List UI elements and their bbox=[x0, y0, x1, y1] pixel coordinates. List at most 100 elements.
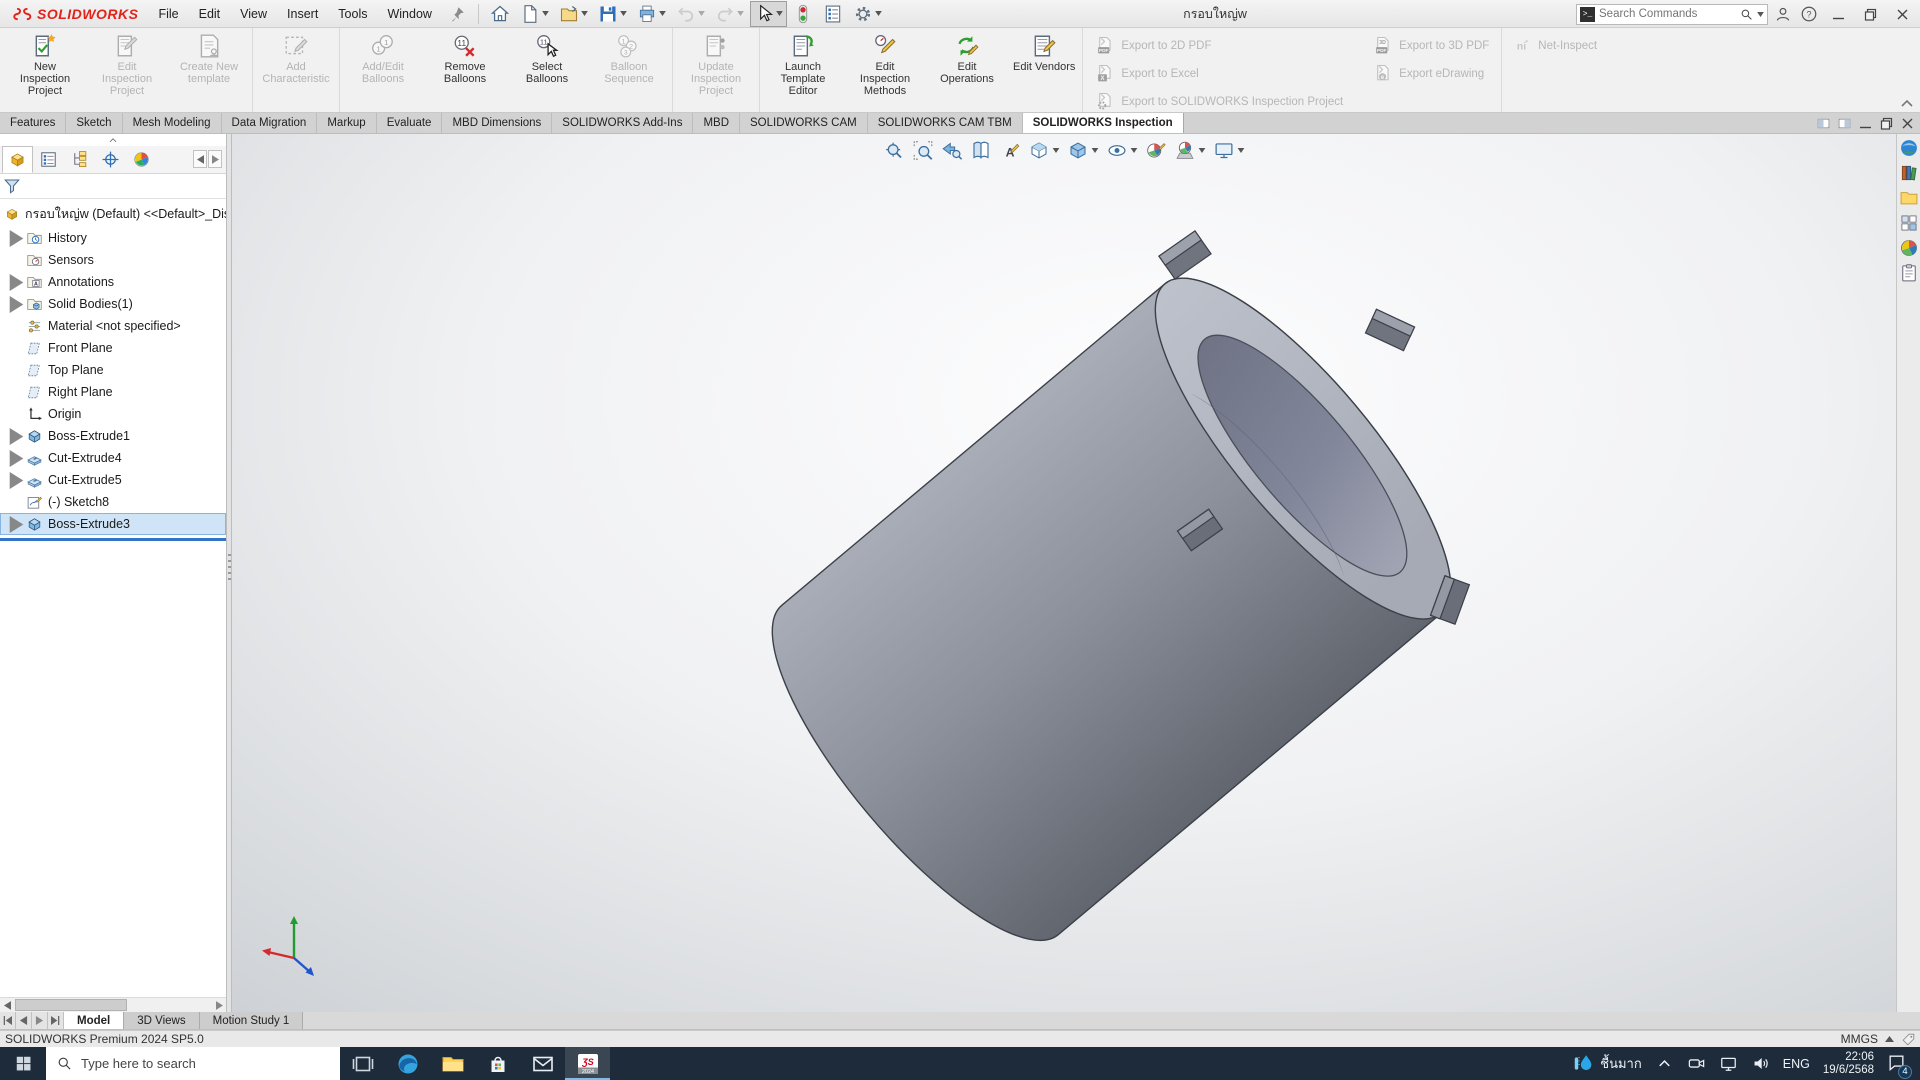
search-dropdown-icon[interactable] bbox=[1757, 12, 1764, 17]
ribbon-button[interactable]: Edit Operations bbox=[926, 29, 1008, 111]
expand-arrow-icon[interactable] bbox=[8, 274, 25, 291]
task-pane-tab[interactable] bbox=[1899, 263, 1919, 283]
feature-tree-item[interactable]: History bbox=[0, 227, 226, 249]
panel-scroll-up-icon[interactable] bbox=[108, 137, 118, 143]
export-menu-item[interactable]: 3DPDF Export to 3D PDF bbox=[1373, 36, 1489, 55]
taskbar-app[interactable] bbox=[340, 1047, 385, 1080]
taskbar-search[interactable]: Type here to search bbox=[46, 1047, 340, 1080]
tab-nav-last-button[interactable] bbox=[48, 1012, 64, 1029]
ribbon-tab[interactable]: SOLIDWORKS CAM bbox=[740, 113, 868, 133]
ribbon-button[interactable]: Edit Vendors bbox=[1008, 29, 1080, 111]
ribbon-tab[interactable]: Markup bbox=[317, 113, 376, 133]
dd-icon[interactable] bbox=[1131, 148, 1138, 153]
scroll-right-button[interactable] bbox=[212, 998, 227, 1012]
quick-access-button[interactable] bbox=[594, 1, 631, 27]
ribbon-tab[interactable]: Evaluate bbox=[377, 113, 443, 133]
units-indicator[interactable]: MMGS bbox=[1841, 1032, 1878, 1046]
doc-restore-icon[interactable] bbox=[1880, 117, 1893, 130]
feature-tree-item[interactable]: A Annotations bbox=[0, 271, 226, 293]
units-dropdown-icon[interactable] bbox=[1885, 1036, 1894, 1042]
custom-properties-tag-icon[interactable] bbox=[1901, 1032, 1916, 1047]
dd-icon[interactable] bbox=[1092, 148, 1099, 153]
panel-tab-next-button[interactable] bbox=[208, 150, 222, 168]
feature-tree-item[interactable]: Cut-Extrude5 bbox=[0, 469, 226, 491]
notification-center-button[interactable]: 4 bbox=[1887, 1053, 1906, 1075]
pane-right-icon[interactable] bbox=[1838, 117, 1851, 130]
taskbar-app[interactable] bbox=[520, 1047, 565, 1080]
scroll-left-button[interactable] bbox=[0, 998, 15, 1012]
quick-access-button[interactable] bbox=[516, 1, 553, 27]
feature-tree-item[interactable]: Material <not specified> bbox=[0, 315, 226, 337]
filter-icon[interactable] bbox=[3, 177, 21, 195]
expand-arrow-icon[interactable] bbox=[8, 428, 25, 445]
quick-access-button[interactable] bbox=[672, 1, 709, 27]
ribbon-button[interactable]: Edit Inspection Methods bbox=[844, 29, 926, 111]
dd-icon[interactable] bbox=[1053, 148, 1060, 153]
feature-tree-item[interactable]: Boss-Extrude3 bbox=[0, 513, 226, 535]
pin-icon[interactable] bbox=[448, 5, 466, 23]
dd-icon[interactable] bbox=[737, 11, 744, 16]
net-inspect-item[interactable]: ni Net-Inspect bbox=[1512, 36, 1597, 55]
tab-nav-prev-button[interactable] bbox=[16, 1012, 32, 1029]
start-button[interactable] bbox=[0, 1047, 46, 1080]
account-button[interactable] bbox=[1772, 3, 1794, 25]
view-tool-button[interactable] bbox=[1210, 138, 1249, 163]
menu-item[interactable]: Window bbox=[377, 2, 441, 26]
menu-item[interactable]: Insert bbox=[277, 2, 328, 26]
ribbon-button[interactable]: 11 Remove Balloons bbox=[424, 29, 506, 111]
model-tab[interactable]: 3D Views bbox=[124, 1012, 199, 1029]
ribbon-button[interactable]: New Inspection Project bbox=[4, 29, 86, 111]
part-model[interactable] bbox=[232, 134, 1896, 1012]
expand-arrow-icon[interactable] bbox=[8, 296, 25, 313]
meet-now-icon[interactable] bbox=[1687, 1054, 1706, 1073]
model-tab[interactable]: Model bbox=[64, 1012, 124, 1029]
volume-icon[interactable] bbox=[1751, 1054, 1770, 1073]
quick-access-button[interactable] bbox=[633, 1, 670, 27]
menu-item[interactable]: Edit bbox=[189, 2, 231, 26]
scrollbar-thumb[interactable] bbox=[15, 999, 127, 1011]
menu-item[interactable]: File bbox=[148, 2, 188, 26]
search-commands-input[interactable] bbox=[1599, 8, 1736, 20]
feature-tree-item[interactable]: Front Plane bbox=[0, 337, 226, 359]
network-icon[interactable] bbox=[1719, 1054, 1738, 1073]
panel-tab[interactable] bbox=[95, 146, 126, 173]
ribbon-button[interactable]: Edit Inspection Project bbox=[86, 29, 168, 111]
expand-arrow-icon[interactable] bbox=[8, 450, 25, 467]
task-pane-tab[interactable] bbox=[1899, 213, 1919, 233]
restore-button[interactable] bbox=[1856, 2, 1884, 26]
menu-item[interactable]: Tools bbox=[328, 2, 377, 26]
export-menu-item[interactable]: e Export eDrawing bbox=[1373, 64, 1489, 83]
feature-tree-item[interactable]: Top Plane bbox=[0, 359, 226, 381]
view-tool-button[interactable] bbox=[967, 138, 996, 163]
minimize-button[interactable] bbox=[1824, 2, 1852, 26]
feature-tree-item[interactable]: Right Plane bbox=[0, 381, 226, 403]
task-pane-tab[interactable] bbox=[1899, 163, 1919, 183]
view-tool-button[interactable] bbox=[880, 138, 909, 163]
pane-left-icon[interactable] bbox=[1817, 117, 1830, 130]
feature-tree-item[interactable]: Cut-Extrude4 bbox=[0, 447, 226, 469]
view-tool-button[interactable] bbox=[938, 138, 967, 163]
hidden-icons-chevron[interactable] bbox=[1655, 1054, 1674, 1073]
ribbon-tab[interactable]: Mesh Modeling bbox=[123, 113, 222, 133]
ribbon-collapse-icon[interactable] bbox=[1900, 98, 1914, 108]
export-menu-item[interactable]: Export to SOLIDWORKS Inspection Project bbox=[1095, 92, 1343, 111]
dd-icon[interactable] bbox=[1199, 148, 1206, 153]
panel-tab[interactable] bbox=[126, 146, 157, 173]
view-tool-button[interactable] bbox=[1025, 138, 1064, 163]
dd-icon[interactable] bbox=[875, 11, 882, 16]
ribbon-button[interactable]: 123 Balloon Sequence bbox=[588, 29, 670, 111]
quick-access-button[interactable] bbox=[819, 1, 847, 27]
expand-arrow-icon[interactable] bbox=[8, 516, 25, 533]
doc-minimize-icon[interactable] bbox=[1859, 117, 1872, 130]
quick-access-button[interactable] bbox=[711, 1, 748, 27]
export-menu-item[interactable]: PDF Export to 2D PDF bbox=[1095, 36, 1343, 55]
ribbon-tab[interactable]: Features bbox=[0, 113, 66, 133]
ribbon-button[interactable]: Update Inspection Project bbox=[675, 29, 757, 111]
rollback-bar[interactable] bbox=[0, 538, 226, 541]
view-tool-button[interactable] bbox=[1103, 138, 1142, 163]
command-search-box[interactable]: >_ bbox=[1576, 4, 1768, 25]
task-pane-tab[interactable] bbox=[1899, 188, 1919, 208]
taskbar-app[interactable] bbox=[430, 1047, 475, 1080]
feature-tree-root[interactable]: กรอบใหญ่w (Default) <<Default>_Displ bbox=[0, 202, 226, 227]
clock[interactable]: 22:06 19/6/2568 bbox=[1823, 1051, 1874, 1077]
